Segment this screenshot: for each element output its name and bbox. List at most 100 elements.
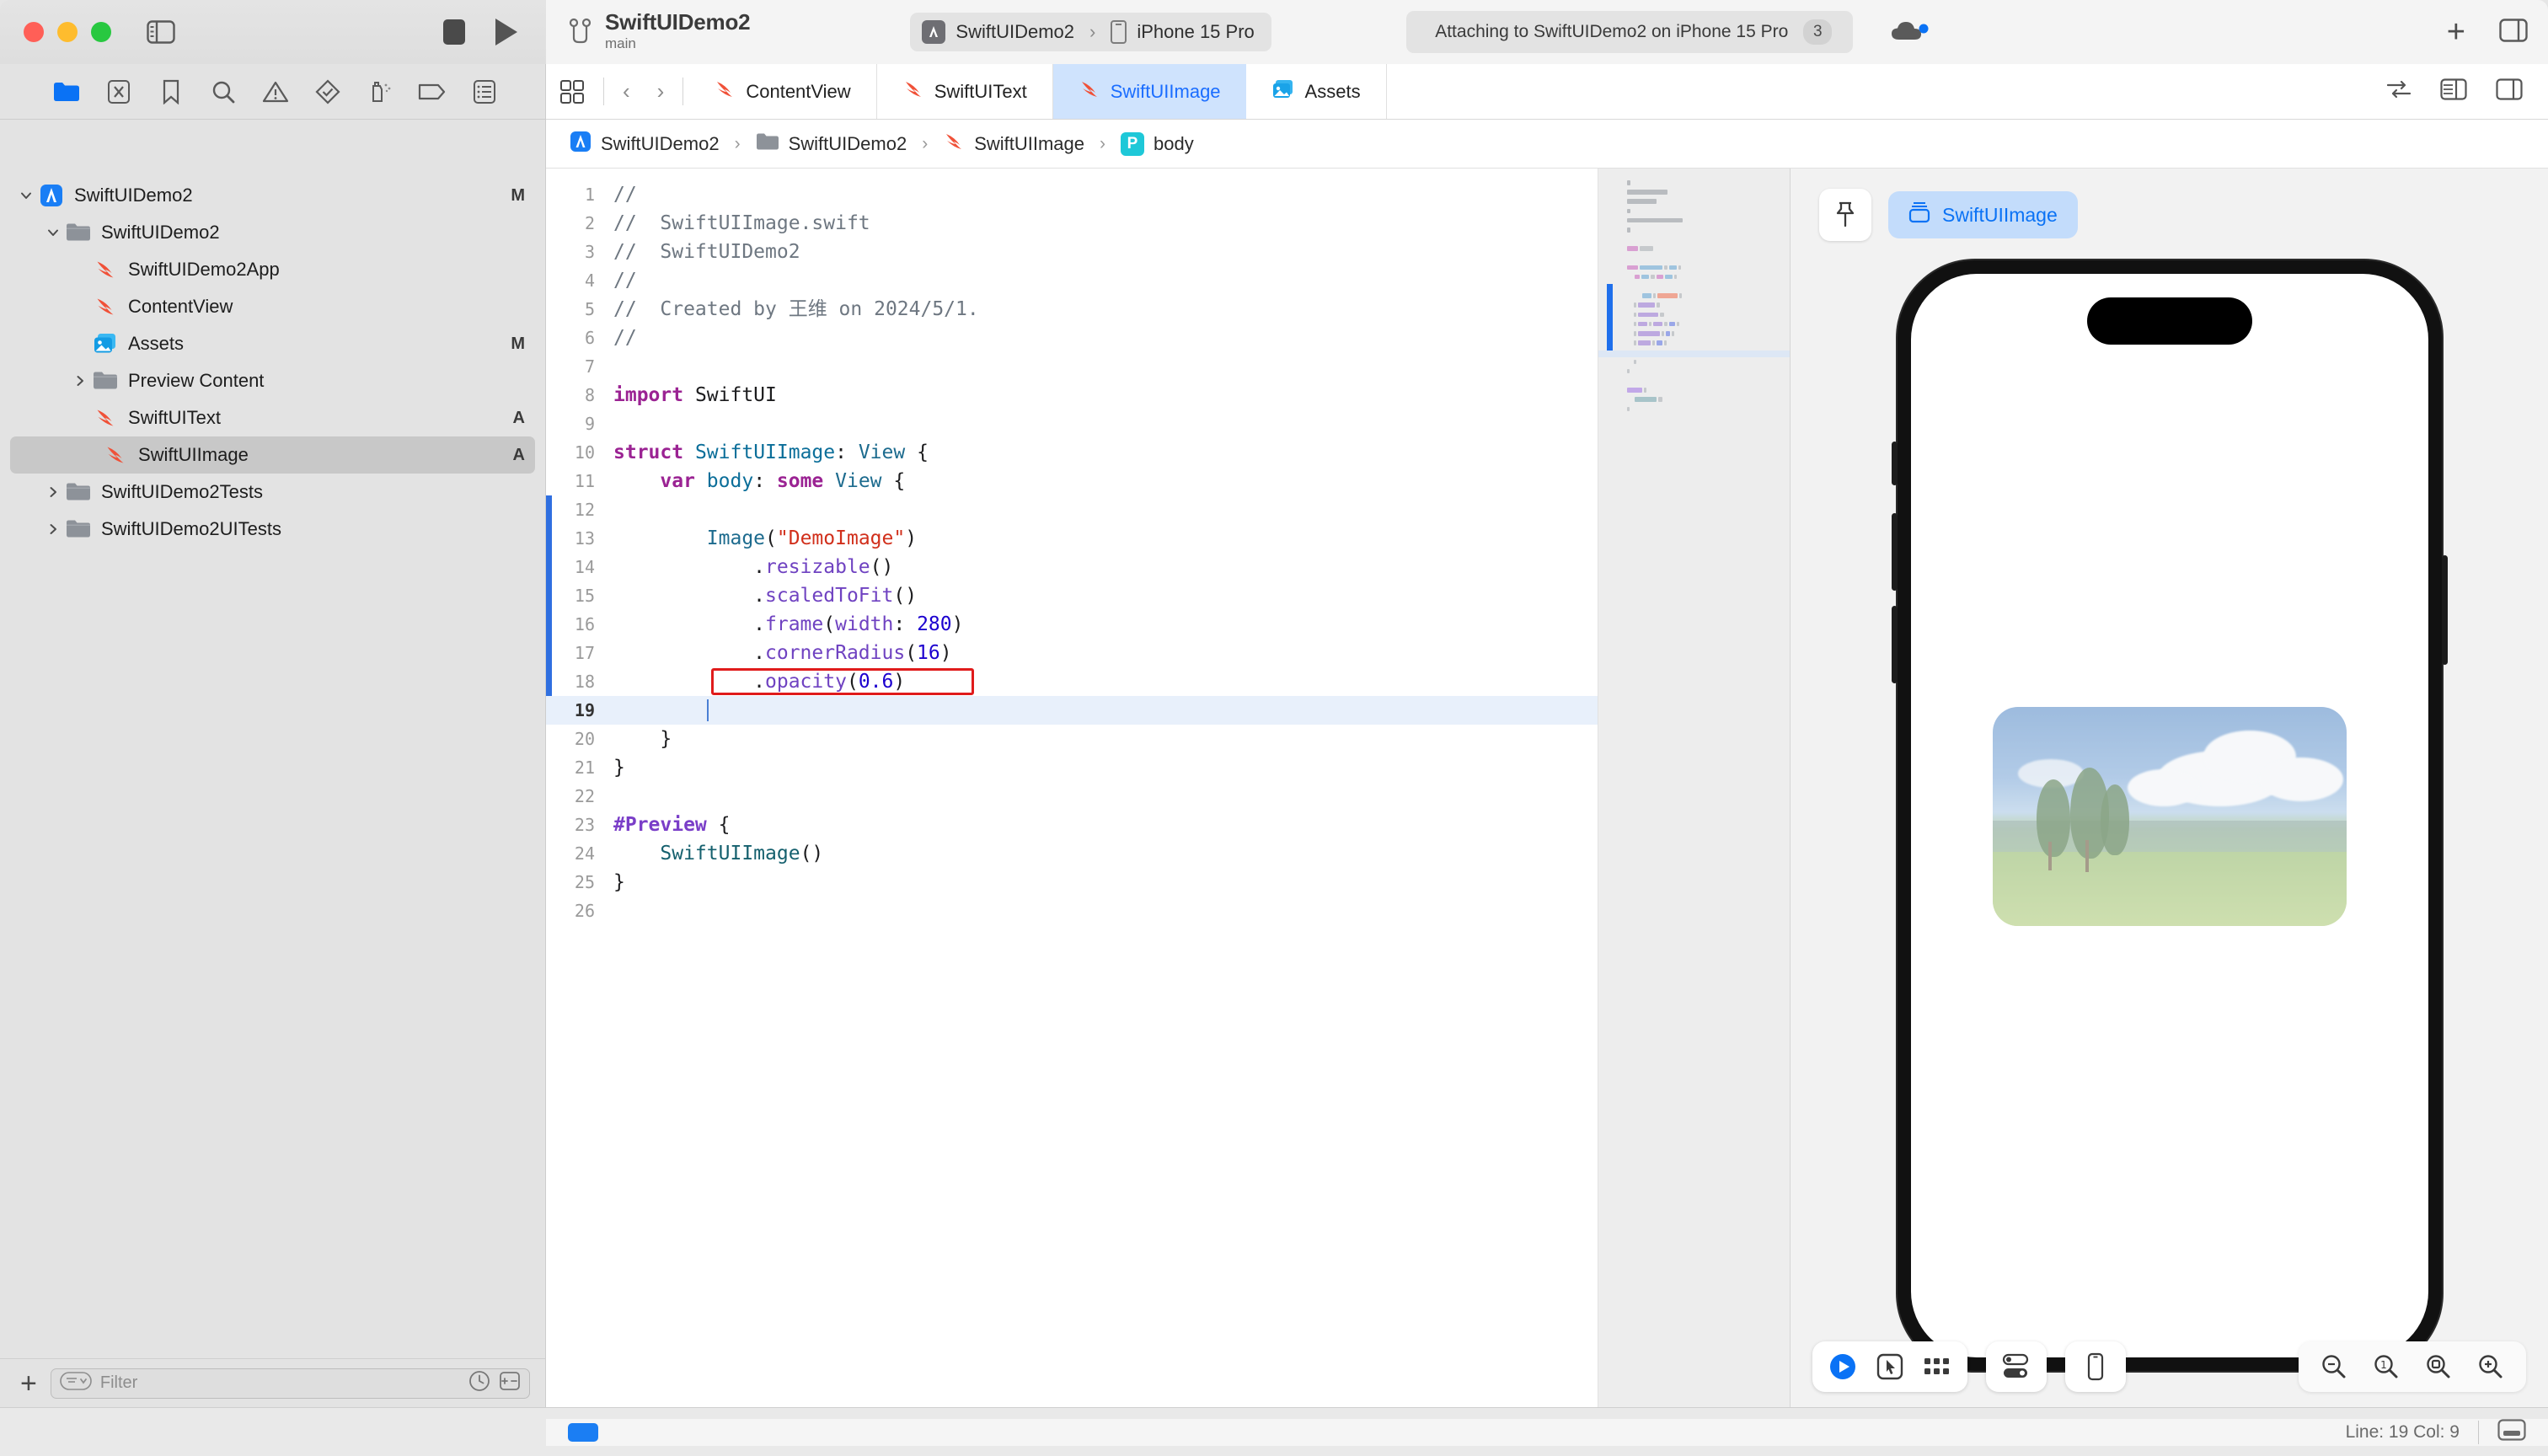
debug-navigator-icon[interactable] bbox=[354, 79, 406, 104]
tree-item-preview-content[interactable]: Preview Content bbox=[0, 362, 545, 399]
code-line[interactable]: 18 .opacity(0.6) bbox=[546, 667, 1598, 696]
code-line[interactable]: 19 bbox=[546, 696, 1598, 725]
code-line[interactable]: 5 // Created by 王维 on 2024/5/1. bbox=[546, 295, 1598, 324]
code-line[interactable]: 21} bbox=[546, 753, 1598, 782]
report-navigator-icon[interactable] bbox=[458, 79, 511, 104]
code-line[interactable]: 10 struct SwiftUIImage: View { bbox=[546, 438, 1598, 467]
search-navigator-icon[interactable] bbox=[197, 79, 249, 104]
code-line[interactable]: 25} bbox=[546, 868, 1598, 897]
issue-navigator-icon[interactable] bbox=[249, 80, 302, 104]
source-minimap[interactable] bbox=[1598, 169, 1790, 1407]
minimize-button[interactable] bbox=[57, 22, 78, 42]
split-editor-icon[interactable] bbox=[2440, 78, 2467, 104]
tab-overview-icon[interactable] bbox=[546, 64, 598, 119]
tab-contentview[interactable]: ContentView bbox=[688, 64, 877, 119]
magnifier-plus-icon[interactable] bbox=[2470, 1348, 2511, 1385]
close-button[interactable] bbox=[24, 22, 44, 42]
preview-variant-chip[interactable]: SwiftUIImage bbox=[1888, 191, 2078, 238]
device-bezel-button[interactable] bbox=[2065, 1341, 2126, 1392]
device-settings-button[interactable] bbox=[1986, 1341, 2047, 1392]
code-line[interactable]: 12 bbox=[546, 495, 1598, 524]
run-stop-controls[interactable] bbox=[443, 19, 546, 46]
tab-swiftuiimage[interactable]: SwiftUIImage bbox=[1052, 64, 1246, 119]
filter-input[interactable]: Filter bbox=[50, 1368, 530, 1399]
breadcrumb-item-project[interactable]: SwiftUIDemo2 bbox=[570, 131, 720, 158]
tree-item-contentview[interactable]: ContentView bbox=[0, 288, 545, 325]
breadcrumb-item-group[interactable]: SwiftUIDemo2 bbox=[756, 131, 907, 157]
sidebar-toggle-icon[interactable] bbox=[147, 20, 175, 44]
chevron-right-icon[interactable] bbox=[42, 484, 64, 500]
tree-item-swiftuidemo2[interactable]: SwiftUIDemo2 M bbox=[0, 177, 545, 214]
source-control-navigator-icon[interactable] bbox=[93, 79, 145, 104]
breadcrumb-item-symbol[interactable]: P body bbox=[1121, 131, 1194, 156]
code-line[interactable]: 15 .scaledToFit() bbox=[546, 581, 1598, 610]
code-line[interactable]: 2 // SwiftUIImage.swift bbox=[546, 209, 1598, 238]
play-circle-icon[interactable] bbox=[1823, 1348, 1863, 1385]
preview-screen[interactable] bbox=[1910, 274, 2428, 1357]
filter-options-icon[interactable] bbox=[60, 1371, 92, 1395]
add-file-button[interactable]: + bbox=[20, 1369, 37, 1398]
stop-icon[interactable] bbox=[443, 19, 465, 45]
magnifier-one-icon[interactable]: 1 bbox=[2366, 1348, 2406, 1385]
traffic-light-buttons[interactable] bbox=[24, 22, 111, 42]
chevron-right-icon[interactable] bbox=[69, 373, 91, 388]
device-bezel-icon[interactable] bbox=[2075, 1348, 2116, 1385]
grid-variants-icon[interactable] bbox=[1917, 1348, 1957, 1385]
inspector-toggle-icon[interactable] bbox=[2499, 18, 2528, 46]
magnifier-fit-icon[interactable] bbox=[2418, 1348, 2459, 1385]
code-line[interactable]: 26 bbox=[546, 897, 1598, 925]
tree-item-swiftuidemo2[interactable]: SwiftUIDemo2 bbox=[0, 214, 545, 251]
chevron-right-icon[interactable]: › bbox=[644, 64, 678, 119]
bookmark-navigator-icon[interactable] bbox=[145, 79, 197, 104]
zoom-button[interactable] bbox=[91, 22, 111, 42]
device-settings-toggles-icon[interactable] bbox=[1996, 1348, 2037, 1385]
add-editor-icon[interactable] bbox=[2496, 78, 2523, 104]
scheme-destination-selector[interactable]: SwiftUIDemo2 › iPhone 15 Pro bbox=[910, 13, 1271, 51]
tree-item-swiftuidemo2tests[interactable]: SwiftUIDemo2Tests bbox=[0, 474, 545, 511]
code-text-view[interactable]: 1 // 2 // SwiftUIImage.swift 3 // SwiftUIDemo… bbox=[546, 169, 1598, 1407]
code-line[interactable]: 13 Image("DemoImage") bbox=[546, 524, 1598, 553]
cloud-status-icon[interactable] bbox=[1890, 19, 1929, 45]
code-line[interactable]: 24 SwiftUIImage() bbox=[546, 839, 1598, 868]
tab-assets[interactable]: Assets bbox=[1246, 64, 1387, 119]
code-review-icon[interactable] bbox=[2386, 79, 2412, 104]
code-line[interactable]: 9 bbox=[546, 410, 1598, 438]
code-line[interactable]: 7 bbox=[546, 352, 1598, 381]
code-line[interactable]: 23 #Preview { bbox=[546, 811, 1598, 839]
code-line[interactable]: 22 bbox=[546, 782, 1598, 811]
tree-item-swiftuidemo2app[interactable]: SwiftUIDemo2App bbox=[0, 251, 545, 288]
tree-item-swiftuitext[interactable]: SwiftUIText A bbox=[0, 399, 545, 436]
plus-icon[interactable]: + bbox=[2447, 16, 2465, 48]
code-line[interactable]: 14 .resizable() bbox=[546, 553, 1598, 581]
debug-area-toggle-icon[interactable] bbox=[2497, 1418, 2526, 1446]
code-line[interactable]: 16 .frame(width: 280) bbox=[546, 610, 1598, 639]
pin-icon[interactable] bbox=[1819, 189, 1871, 241]
breakpoint-navigator-icon[interactable] bbox=[406, 82, 458, 102]
test-navigator-icon[interactable] bbox=[302, 78, 354, 105]
code-line[interactable]: 20 } bbox=[546, 725, 1598, 753]
code-line[interactable]: 3 // SwiftUIDemo2 bbox=[546, 238, 1598, 266]
tree-item-assets[interactable]: Assets M bbox=[0, 325, 545, 362]
chevron-down-icon[interactable] bbox=[15, 188, 37, 203]
folder-project-navigator-icon[interactable] bbox=[40, 80, 93, 104]
pointer-select-icon[interactable] bbox=[1870, 1348, 1910, 1385]
activity-status-view[interactable]: Attaching to SwiftUIDemo2 on iPhone 15 P… bbox=[1405, 11, 1853, 53]
code-line[interactable]: 1 // bbox=[546, 180, 1598, 209]
code-line[interactable]: 4 // bbox=[546, 266, 1598, 295]
magnifier-minus-icon[interactable] bbox=[2314, 1348, 2354, 1385]
source-control-filter-icon[interactable] bbox=[499, 1370, 521, 1397]
run-icon[interactable] bbox=[495, 19, 517, 46]
tree-item-swiftuiimage[interactable]: SwiftUIImage A bbox=[10, 436, 535, 474]
code-line[interactable]: 8 import SwiftUI bbox=[546, 381, 1598, 410]
clock-icon[interactable] bbox=[468, 1370, 490, 1397]
breadcrumb-item-file[interactable]: SwiftUIImage bbox=[943, 131, 1084, 158]
chevron-down-icon[interactable] bbox=[42, 225, 64, 240]
swift-file-icon bbox=[1079, 78, 1100, 105]
code-line[interactable]: 11 var body: some View { bbox=[546, 467, 1598, 495]
code-line[interactable]: 6 // bbox=[546, 324, 1598, 352]
chevron-left-icon[interactable]: ‹ bbox=[609, 64, 644, 119]
code-line[interactable]: 17 .cornerRadius(16) bbox=[546, 639, 1598, 667]
tab-swiftuitext[interactable]: SwiftUIText bbox=[877, 64, 1053, 119]
chevron-right-icon[interactable] bbox=[42, 522, 64, 537]
tree-item-swiftuidemo2uitests[interactable]: SwiftUIDemo2UITests bbox=[0, 511, 545, 548]
